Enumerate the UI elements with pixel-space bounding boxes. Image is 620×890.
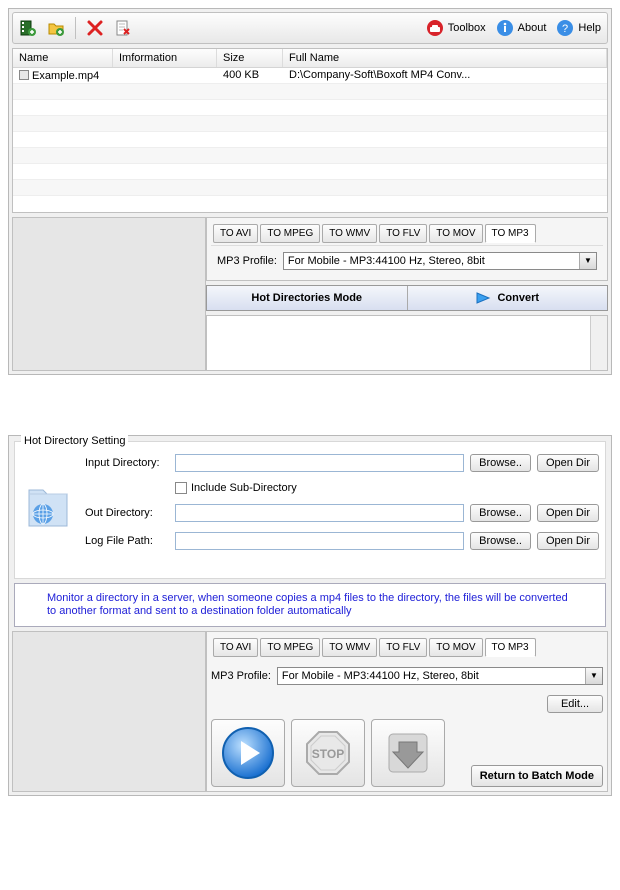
format-tab-to-wmv[interactable]: TO WMV (322, 638, 377, 657)
col-fullname[interactable]: Full Name (283, 49, 607, 67)
convert-button[interactable]: Convert (408, 286, 608, 310)
input-dir-label: Input Directory: (85, 457, 169, 469)
cell-full: D:\Company-Soft\Boxoft MP4 Conv... (283, 68, 607, 83)
cell-size: 400 KB (217, 68, 283, 83)
help-button[interactable]: ? Help (556, 19, 601, 37)
x-red-icon (86, 19, 104, 37)
out-dir-field[interactable] (175, 504, 464, 522)
cell-name: Example.mp4 (13, 68, 113, 83)
preview-pane-2 (12, 631, 206, 792)
svg-text:?: ? (562, 23, 568, 35)
out-dir-label: Out Directory: (85, 507, 169, 519)
play-circle-icon (221, 726, 275, 780)
format-tab-to-avi[interactable]: TO AVI (213, 224, 258, 243)
toolbox-label: Toolbox (448, 22, 486, 34)
log-browse-button[interactable]: Browse.. (470, 532, 531, 550)
folder-plus-icon (47, 19, 65, 37)
main-toolbar: Toolbox About ? Help (12, 12, 608, 44)
log-path-label: Log File Path: (85, 535, 169, 547)
include-subdir-checkbox[interactable] (175, 482, 187, 494)
out-opendir-button[interactable]: Open Dir (537, 504, 599, 522)
note-text: Monitor a directory in a server, when so… (47, 592, 573, 618)
hot-dir-fieldset: Hot Directory Setting Input Directory: B… (14, 441, 606, 579)
input-browse-button[interactable]: Browse.. (470, 454, 531, 472)
stop-sign-icon: STOP (301, 726, 355, 780)
format-tab-to-mpeg[interactable]: TO MPEG (260, 638, 320, 657)
mode-bar: Hot Directories Mode Convert (206, 285, 608, 311)
log-path-field[interactable] (175, 532, 464, 550)
input-opendir-button[interactable]: Open Dir (537, 454, 599, 472)
profile-combo-2[interactable]: For Mobile - MP3:44100 Hz, Stereo, 8bit (277, 667, 603, 685)
format-tabs-box: TO AVITO MPEGTO WMVTO FLVTO MOVTO MP3 MP… (206, 217, 608, 281)
play-blue-icon (475, 291, 491, 305)
help-icon: ? (556, 19, 574, 37)
hot-dir-mode-button[interactable]: Hot Directories Mode (207, 286, 408, 310)
out-browse-button[interactable]: Browse.. (470, 504, 531, 522)
edit-button[interactable]: Edit... (547, 695, 603, 713)
start-button[interactable] (211, 719, 285, 787)
col-info[interactable]: Imformation (113, 49, 217, 67)
stop-button[interactable]: STOP (291, 719, 365, 787)
folder-globe-icon (25, 482, 69, 532)
film-plus-icon (19, 19, 37, 37)
format-tab-to-wmv[interactable]: TO WMV (322, 224, 377, 243)
help-label: Help (578, 22, 601, 34)
format-tab-to-mp3[interactable]: TO MP3 (485, 638, 536, 657)
page-x-icon (114, 19, 132, 37)
log-box[interactable]: ▲ (206, 315, 608, 371)
lower-area: TO AVITO MPEGTO WMVTO FLVTO MOVTO MP3 MP… (12, 217, 608, 371)
table-row[interactable]: Example.mp4 400 KB D:\Company-Soft\Boxof… (13, 68, 607, 84)
main-window-top: Toolbox About ? Help Name Imformation Si… (8, 8, 612, 375)
profile-label-2: MP3 Profile: (211, 670, 271, 682)
lower-area-2: TO AVITO MPEGTO WMVTO FLVTO MOVTO MP3 MP… (12, 631, 608, 792)
format-tab-to-flv[interactable]: TO FLV (379, 638, 427, 657)
include-subdir-label: Include Sub-Directory (191, 482, 297, 494)
format-tabs: TO AVITO MPEGTO WMVTO FLVTO MOVTO MP3 (211, 222, 603, 245)
format-tab-to-mov[interactable]: TO MOV (429, 638, 482, 657)
table-header: Name Imformation Size Full Name (13, 49, 607, 68)
col-size[interactable]: Size (217, 49, 283, 67)
file-icon (19, 70, 29, 80)
toolbox-button[interactable]: Toolbox (426, 19, 486, 37)
add-files-button[interactable] (19, 19, 37, 37)
add-folder-button[interactable] (47, 19, 65, 37)
info-icon (496, 19, 514, 37)
format-tab-to-mp3[interactable]: TO MP3 (485, 224, 536, 243)
format-tab-to-avi[interactable]: TO AVI (213, 638, 258, 657)
clear-button[interactable] (114, 19, 132, 37)
preview-pane (12, 217, 206, 371)
return-batch-button[interactable]: Return to Batch Mode (471, 765, 603, 787)
svg-text:STOP: STOP (312, 747, 344, 761)
output-button[interactable] (371, 719, 445, 787)
arrow-down-box-icon (381, 726, 435, 780)
profile-combo[interactable]: For Mobile - MP3:44100 Hz, Stereo, 8bit (283, 252, 597, 270)
about-button[interactable]: About (496, 19, 547, 37)
table-body: Example.mp4 400 KB D:\Company-Soft\Boxof… (13, 68, 607, 212)
format-tabs-2: TO AVITO MPEGTO WMVTO FLVTO MOVTO MP3 (211, 636, 603, 659)
main-window-bottom: Hot Directory Setting Input Directory: B… (8, 435, 612, 796)
format-tab-to-flv[interactable]: TO FLV (379, 224, 427, 243)
hot-dir-legend: Hot Directory Setting (21, 435, 128, 447)
cell-info (113, 68, 217, 83)
format-tab-to-mpeg[interactable]: TO MPEG (260, 224, 320, 243)
profile-label: MP3 Profile: (217, 255, 277, 267)
scroll-up-icon[interactable]: ▲ (596, 318, 604, 327)
note-box: Monitor a directory in a server, when so… (14, 583, 606, 627)
format-tab-to-mov[interactable]: TO MOV (429, 224, 482, 243)
toolbox-icon (426, 19, 444, 37)
about-label: About (518, 22, 547, 34)
file-table: Name Imformation Size Full Name Example.… (12, 48, 608, 213)
input-dir-field[interactable] (175, 454, 464, 472)
profile-row: MP3 Profile: For Mobile - MP3:44100 Hz, … (211, 245, 603, 276)
remove-button[interactable] (86, 19, 104, 37)
col-name[interactable]: Name (13, 49, 113, 67)
log-opendir-button[interactable]: Open Dir (537, 532, 599, 550)
